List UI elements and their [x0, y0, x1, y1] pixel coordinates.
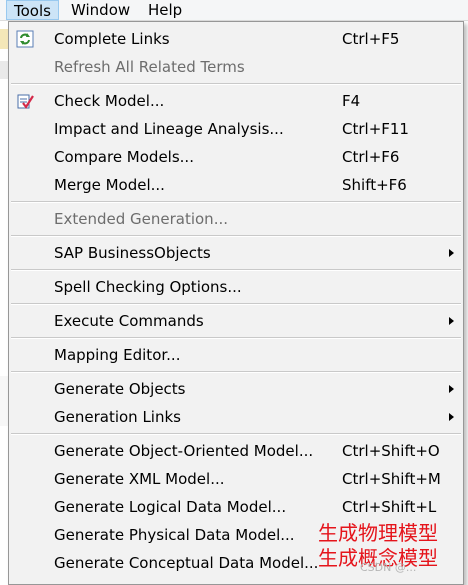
- menu-item-shortcut: F4: [342, 92, 361, 110]
- menu-item-label: Spell Checking Options...: [54, 278, 242, 296]
- menu-separator: [11, 235, 461, 237]
- menu-item-label: Generate Logical Data Model...: [54, 498, 287, 516]
- menu-separator: [11, 433, 461, 435]
- menu-item-label: Check Model...: [54, 92, 165, 110]
- menu-item-refresh-related-terms[interactable]: Refresh All Related Terms: [9, 53, 463, 81]
- menu-item-mapping-editor[interactable]: Mapping Editor...: [9, 341, 463, 369]
- menu-separator: [11, 201, 461, 203]
- menu-item-label: Merge Model...: [54, 176, 165, 194]
- tools-dropdown-menu: Complete Links Ctrl+F5 Refresh All Relat…: [8, 21, 464, 585]
- menu-item-label: Compare Models...: [54, 148, 194, 166]
- check-model-icon: [17, 94, 34, 109]
- menu-item-label: Mapping Editor...: [54, 346, 181, 364]
- menu-item-shortcut: Ctrl+Shift+L: [342, 498, 437, 516]
- submenu-arrow-icon: [449, 317, 454, 325]
- background-window-right: [464, 21, 468, 585]
- menu-item-label: Complete Links: [54, 30, 170, 48]
- menu-item-spell-checking[interactable]: Spell Checking Options...: [9, 273, 463, 301]
- menu-item-impact-lineage[interactable]: Impact and Lineage Analysis... Ctrl+F11: [9, 115, 463, 143]
- menu-item-extended-generation[interactable]: Extended Generation...: [9, 205, 463, 233]
- complete-links-icon: [16, 30, 34, 48]
- menu-tools[interactable]: Tools: [6, 0, 59, 20]
- menu-item-shortcut: Ctrl+Shift+O: [342, 442, 440, 460]
- menu-item-generate-xml[interactable]: Generate XML Model... Ctrl+Shift+M: [9, 465, 463, 493]
- menu-item-label: Generate Physical Data Model...: [54, 526, 295, 544]
- menu-item-shortcut: Ctrl+Shift+M: [342, 470, 441, 488]
- menu-item-compare-models[interactable]: Compare Models... Ctrl+F6: [9, 143, 463, 171]
- menu-item-label: Generation Links: [54, 408, 181, 426]
- menu-item-label: Impact and Lineage Analysis...: [54, 120, 284, 138]
- menu-item-generate-objects[interactable]: Generate Objects: [9, 375, 463, 403]
- menu-item-label: Execute Commands: [54, 312, 204, 330]
- watermark-text: CSDN @...: [360, 561, 417, 574]
- menu-item-generation-links[interactable]: Generation Links: [9, 403, 463, 431]
- menu-separator: [11, 269, 461, 271]
- menu-item-generate-ldm[interactable]: Generate Logical Data Model... Ctrl+Shif…: [9, 493, 463, 521]
- menu-item-label: Extended Generation...: [54, 210, 228, 228]
- menu-item-shortcut: Shift+F6: [342, 176, 407, 194]
- menu-separator: [11, 83, 461, 85]
- menu-separator: [11, 371, 461, 373]
- menu-item-label: Generate Objects: [54, 380, 186, 398]
- menu-item-generate-oom[interactable]: Generate Object-Oriented Model... Ctrl+S…: [9, 437, 463, 465]
- menu-item-shortcut: Ctrl+F11: [342, 120, 409, 138]
- menu-item-label: Refresh All Related Terms: [54, 58, 245, 76]
- menu-item-execute-commands[interactable]: Execute Commands: [9, 307, 463, 335]
- menu-help[interactable]: Help: [141, 0, 189, 20]
- menu-bar: Tools Window Help: [0, 0, 468, 21]
- menu-item-sap-businessobjects[interactable]: SAP BusinessObjects: [9, 239, 463, 267]
- menu-item-label: SAP BusinessObjects: [54, 244, 211, 262]
- menu-item-label: Generate XML Model...: [54, 470, 225, 488]
- menu-item-label: Generate Object-Oriented Model...: [54, 442, 314, 460]
- submenu-arrow-icon: [449, 385, 454, 393]
- menu-item-merge-model[interactable]: Merge Model... Shift+F6: [9, 171, 463, 199]
- menu-item-label: Generate Conceptual Data Model...: [54, 554, 319, 572]
- menu-separator: [11, 303, 461, 305]
- menu-item-shortcut: Ctrl+F5: [342, 30, 400, 48]
- submenu-arrow-icon: [449, 413, 454, 421]
- submenu-arrow-icon: [449, 249, 454, 257]
- menu-item-check-model[interactable]: Check Model... F4: [9, 87, 463, 115]
- annotation-physical-model: 生成物理模型: [318, 521, 438, 545]
- menu-item-shortcut: Ctrl+F6: [342, 148, 400, 166]
- menu-separator: [11, 337, 461, 339]
- menu-item-complete-links[interactable]: Complete Links Ctrl+F5: [9, 25, 463, 53]
- menu-window[interactable]: Window: [64, 0, 137, 20]
